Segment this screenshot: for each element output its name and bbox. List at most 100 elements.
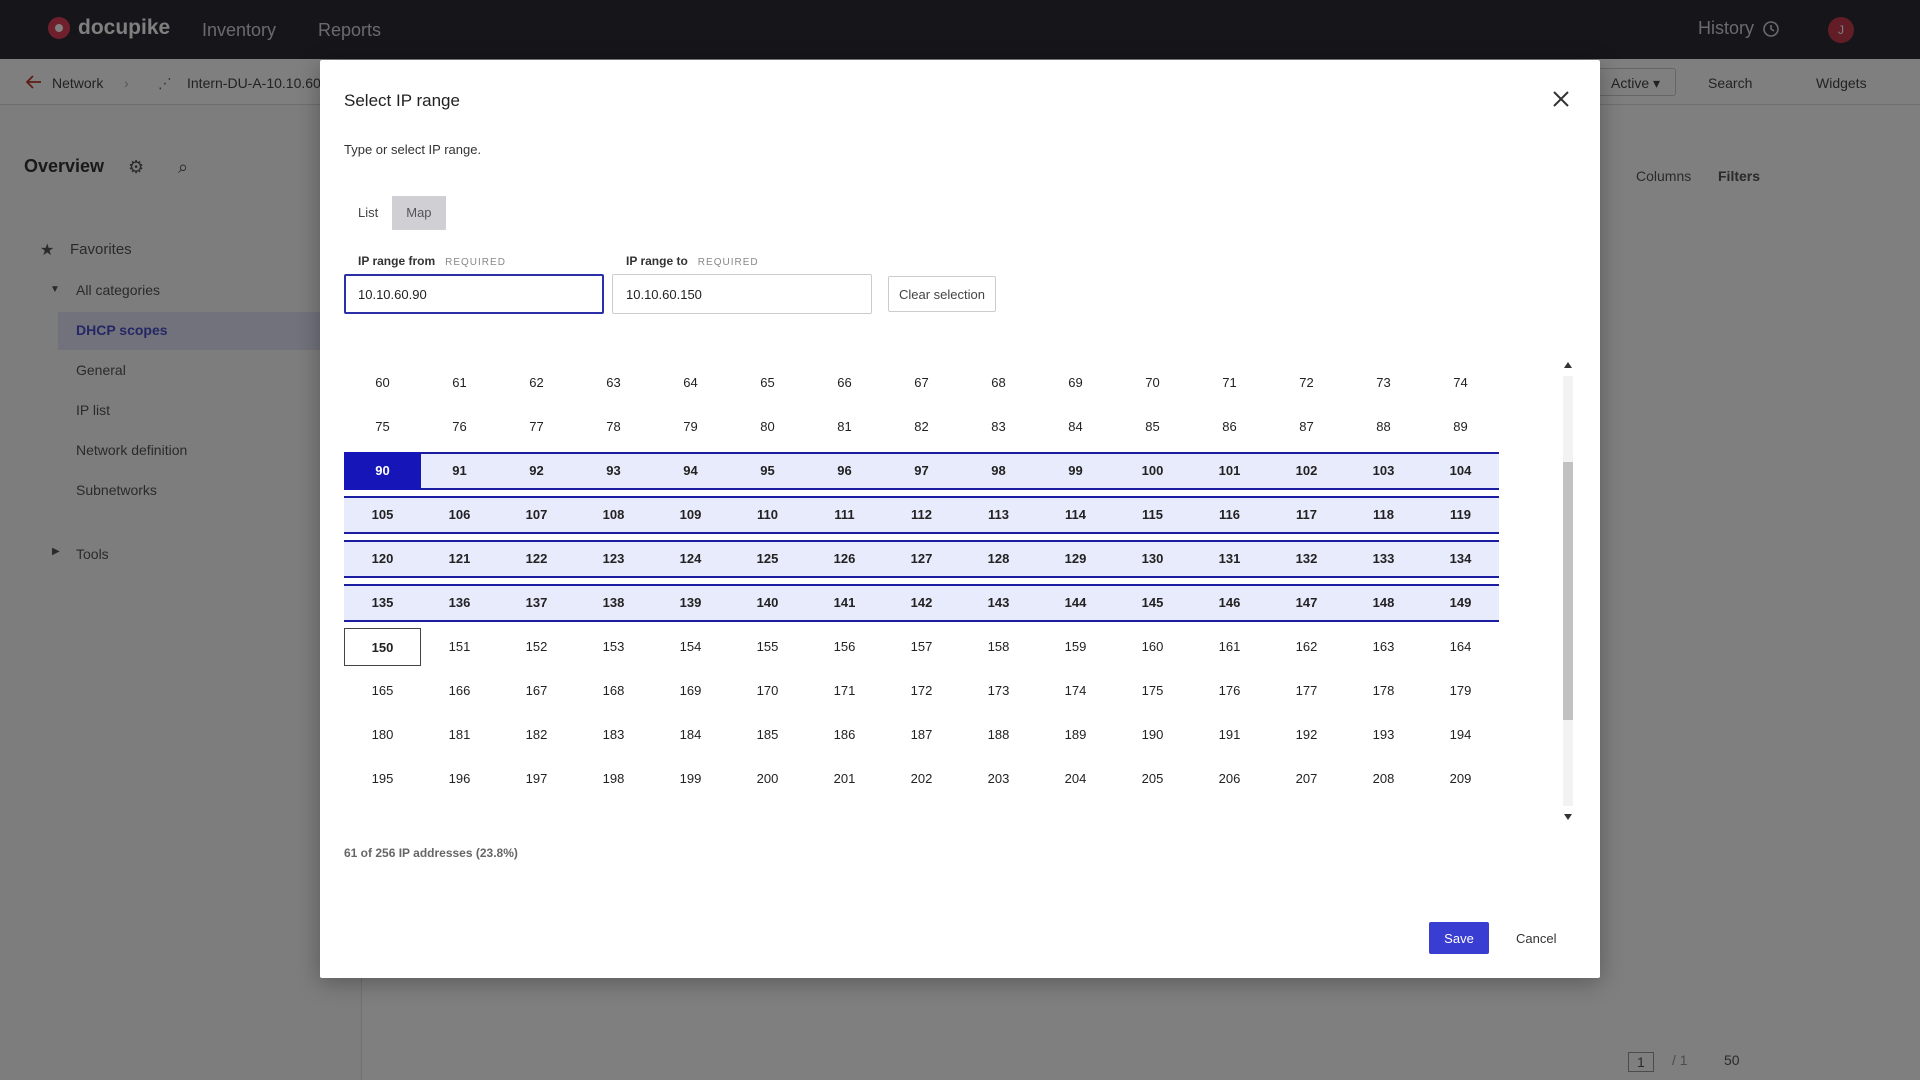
ip-cell[interactable]: 176 [1191,672,1268,710]
ip-cell[interactable]: 69 [1037,364,1114,402]
ip-cell[interactable]: 120 [344,540,421,578]
ip-cell[interactable]: 143 [960,584,1037,622]
ip-cell[interactable]: 152 [498,628,575,666]
ip-cell[interactable]: 89 [1422,408,1499,446]
ip-cell[interactable]: 155 [729,628,806,666]
ip-cell[interactable]: 119 [1422,496,1499,534]
ip-cell[interactable]: 188 [960,716,1037,754]
ip-cell[interactable]: 133 [1345,540,1422,578]
close-icon[interactable] [1550,88,1572,110]
ip-cell[interactable]: 100 [1114,452,1191,490]
ip-cell[interactable]: 192 [1268,716,1345,754]
ip-cell[interactable]: 174 [1037,672,1114,710]
ip-cell[interactable]: 66 [806,364,883,402]
ip-cell[interactable]: 145 [1114,584,1191,622]
ip-cell[interactable]: 206 [1191,760,1268,798]
ip-cell[interactable]: 60 [344,364,421,402]
ip-cell[interactable]: 116 [1191,496,1268,534]
ip-cell[interactable]: 189 [1037,716,1114,754]
ip-cell[interactable]: 151 [421,628,498,666]
ip-range-from-input[interactable] [344,274,604,314]
ip-cell[interactable]: 108 [575,496,652,534]
scroll-thumb[interactable] [1563,462,1573,720]
ip-cell[interactable]: 110 [729,496,806,534]
ip-cell[interactable]: 111 [806,496,883,534]
tab-list[interactable]: List [344,196,392,230]
ip-cell[interactable]: 205 [1114,760,1191,798]
ip-cell[interactable]: 158 [960,628,1037,666]
ip-cell[interactable]: 191 [1191,716,1268,754]
ip-cell[interactable]: 138 [575,584,652,622]
ip-cell[interactable]: 181 [421,716,498,754]
ip-cell[interactable]: 146 [1191,584,1268,622]
ip-cell[interactable]: 88 [1345,408,1422,446]
ip-cell[interactable]: 203 [960,760,1037,798]
ip-cell[interactable]: 142 [883,584,960,622]
ip-cell[interactable]: 150 [344,628,421,666]
ip-cell[interactable]: 147 [1268,584,1345,622]
ip-cell[interactable]: 167 [498,672,575,710]
ip-cell[interactable]: 104 [1422,452,1499,490]
ip-cell[interactable]: 70 [1114,364,1191,402]
ip-cell[interactable]: 75 [344,408,421,446]
ip-cell[interactable]: 87 [1268,408,1345,446]
ip-cell[interactable]: 77 [498,408,575,446]
ip-cell[interactable]: 128 [960,540,1037,578]
ip-cell[interactable]: 91 [421,452,498,490]
ip-cell[interactable]: 130 [1114,540,1191,578]
ip-cell[interactable]: 65 [729,364,806,402]
clear-selection-button[interactable]: Clear selection [888,276,996,312]
ip-cell[interactable]: 140 [729,584,806,622]
ip-cell[interactable]: 208 [1345,760,1422,798]
ip-cell[interactable]: 170 [729,672,806,710]
ip-cell[interactable]: 180 [344,716,421,754]
ip-range-to-input[interactable] [612,274,872,314]
ip-cell[interactable]: 197 [498,760,575,798]
ip-cell[interactable]: 63 [575,364,652,402]
ip-cell[interactable]: 182 [498,716,575,754]
ip-cell[interactable]: 196 [421,760,498,798]
ip-cell[interactable]: 185 [729,716,806,754]
ip-cell[interactable]: 125 [729,540,806,578]
ip-cell[interactable]: 83 [960,408,1037,446]
ip-cell[interactable]: 107 [498,496,575,534]
ip-cell[interactable]: 204 [1037,760,1114,798]
ip-cell[interactable]: 84 [1037,408,1114,446]
ip-cell[interactable]: 175 [1114,672,1191,710]
ip-cell[interactable]: 148 [1345,584,1422,622]
ip-cell[interactable]: 123 [575,540,652,578]
ip-cell[interactable]: 121 [421,540,498,578]
ip-cell[interactable]: 186 [806,716,883,754]
ip-cell[interactable]: 99 [1037,452,1114,490]
ip-cell[interactable]: 172 [883,672,960,710]
ip-cell[interactable]: 103 [1345,452,1422,490]
ip-cell[interactable]: 96 [806,452,883,490]
ip-cell[interactable]: 134 [1422,540,1499,578]
ip-cell[interactable]: 132 [1268,540,1345,578]
ip-cell[interactable]: 72 [1268,364,1345,402]
ip-cell[interactable]: 94 [652,452,729,490]
ip-cell[interactable]: 183 [575,716,652,754]
ip-cell[interactable]: 90 [344,452,421,490]
ip-cell[interactable]: 126 [806,540,883,578]
ip-cell[interactable]: 129 [1037,540,1114,578]
ip-cell[interactable]: 81 [806,408,883,446]
ip-cell[interactable]: 131 [1191,540,1268,578]
ip-cell[interactable]: 171 [806,672,883,710]
ip-cell[interactable]: 139 [652,584,729,622]
ip-cell[interactable]: 92 [498,452,575,490]
ip-cell[interactable]: 169 [652,672,729,710]
ip-cell[interactable]: 93 [575,452,652,490]
ip-cell[interactable]: 199 [652,760,729,798]
ip-cell[interactable]: 112 [883,496,960,534]
ip-cell[interactable]: 68 [960,364,1037,402]
ip-cell[interactable]: 67 [883,364,960,402]
ip-cell[interactable]: 71 [1191,364,1268,402]
ip-cell[interactable]: 165 [344,672,421,710]
ip-cell[interactable]: 101 [1191,452,1268,490]
ip-cell[interactable]: 113 [960,496,1037,534]
save-button[interactable]: Save [1429,922,1489,954]
ip-cell[interactable]: 209 [1422,760,1499,798]
ip-cell[interactable]: 160 [1114,628,1191,666]
ip-cell[interactable]: 144 [1037,584,1114,622]
